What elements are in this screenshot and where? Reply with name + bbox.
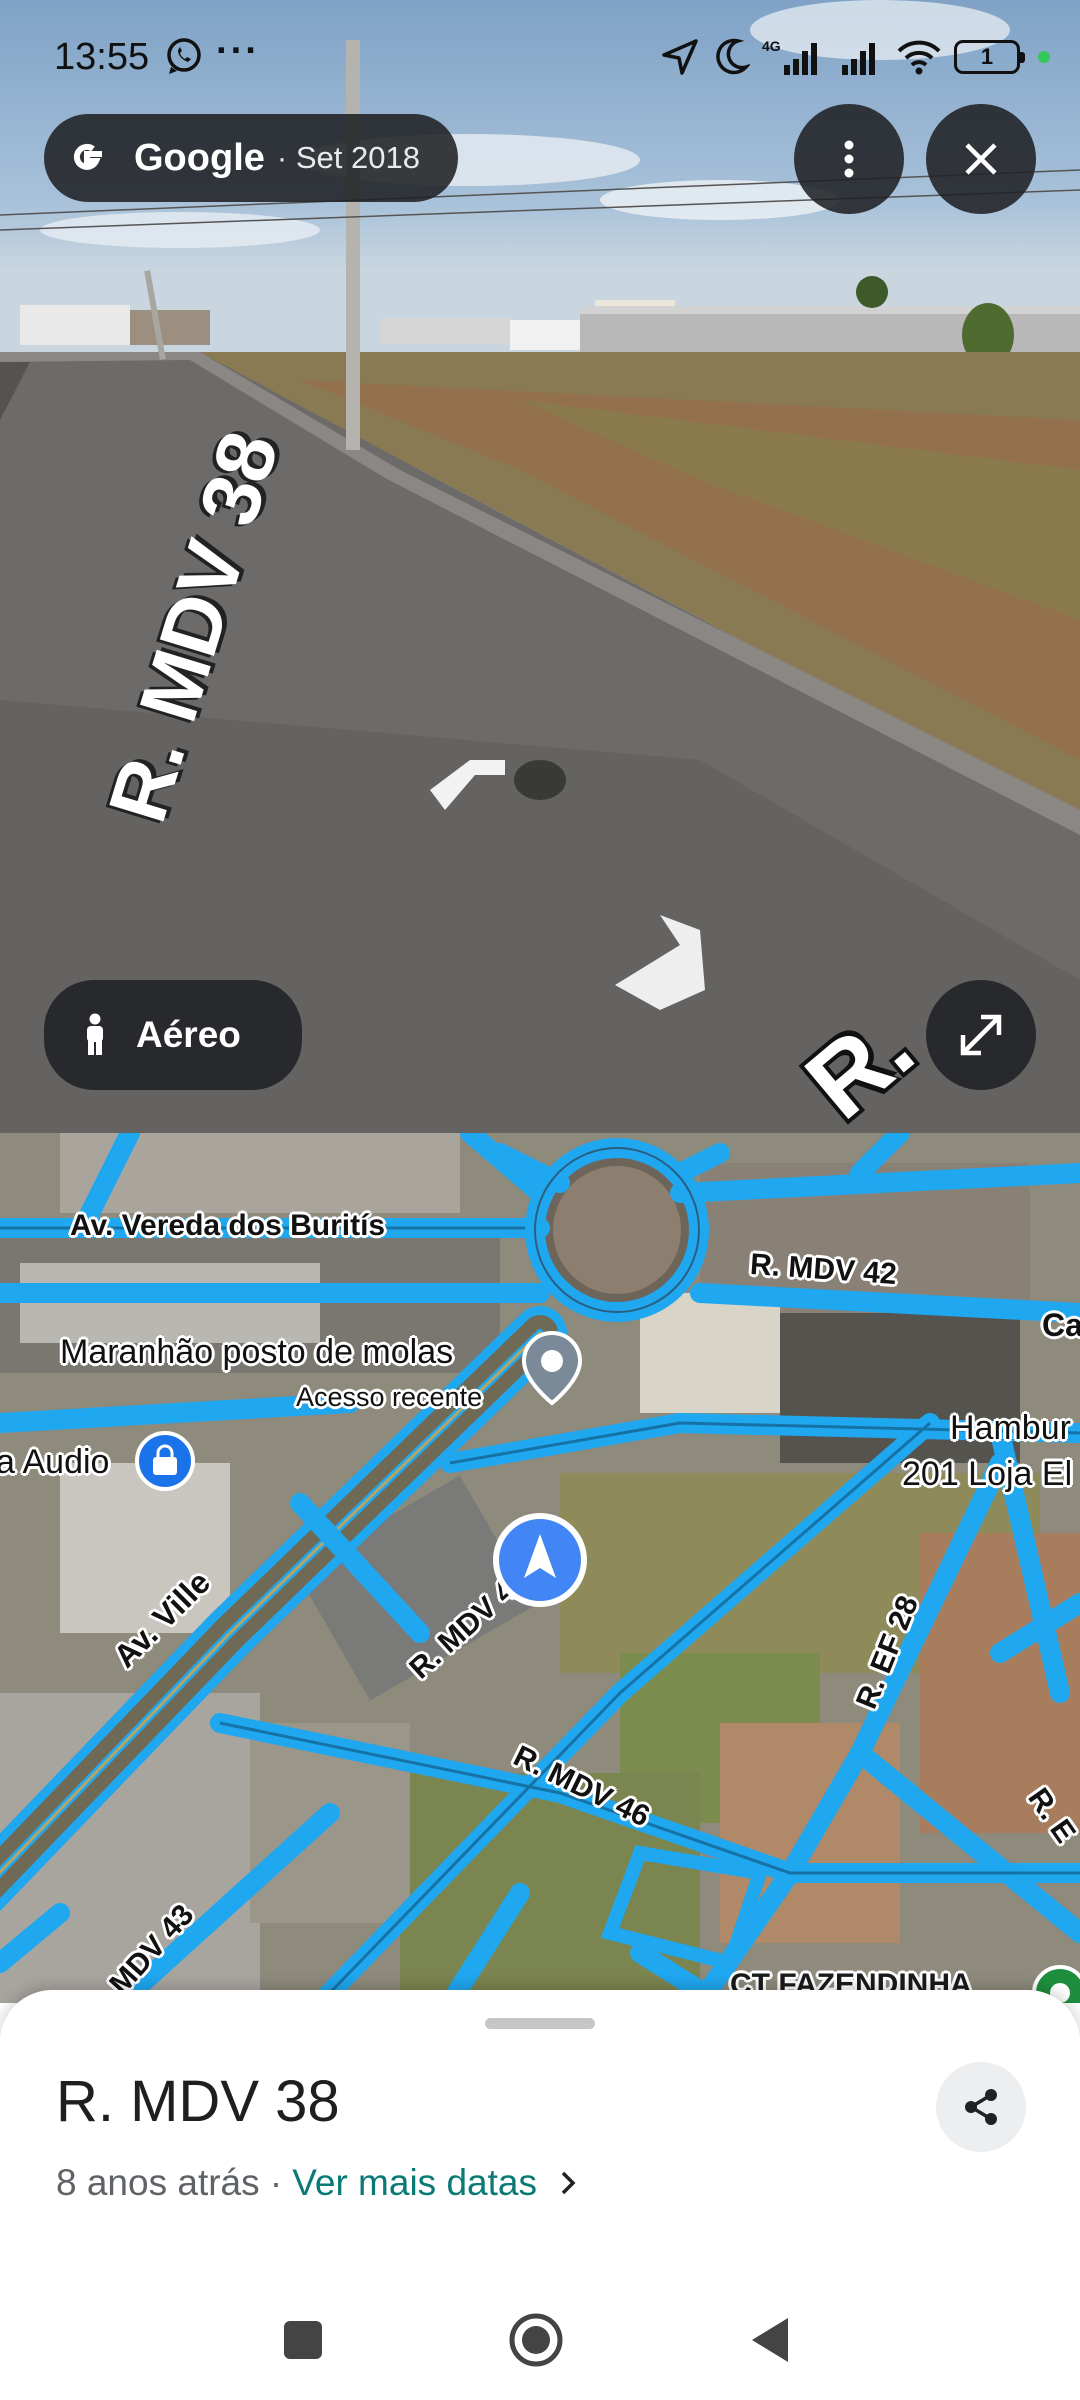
- current-position-arrow-icon[interactable]: [492, 1512, 588, 1608]
- share-button[interactable]: [936, 2062, 1026, 2152]
- do-not-disturb-moon-icon: [716, 38, 750, 75]
- recent-place-pin-icon[interactable]: [517, 1329, 587, 1407]
- place-label-hamburg[interactable]: Hambur: [950, 1409, 1071, 1448]
- network-type-label: 4G: [762, 38, 781, 54]
- status-more-dots: ···: [216, 30, 260, 72]
- place-label-maranhao[interactable]: Maranhão posto de molas: [60, 1333, 453, 1372]
- recents-button[interactable]: [281, 2318, 325, 2362]
- pegman-icon: [87, 1013, 103, 1055]
- place-label-hamburg-line2: 201 Loja El: [902, 1455, 1073, 1493]
- capture-age-row: 8 anos atrás · Ver mais datas: [56, 2162, 577, 2204]
- place-label-audio[interactable]: a Audio: [0, 1443, 109, 1482]
- home-button[interactable]: [507, 2311, 565, 2369]
- signal-icon: [842, 43, 875, 75]
- wifi-icon: [897, 40, 941, 75]
- close-button[interactable]: [926, 104, 1036, 214]
- status-bar: 13:55 ··· 4G 1: [0, 0, 1080, 118]
- street-view-panel[interactable]: R. MDV 38 R. 13:55 ··· 4G 1 Google · Set…: [0, 0, 1080, 1133]
- more-vert-icon: [844, 140, 854, 178]
- place-sublabel-recent: Acesso recente: [296, 1382, 483, 1412]
- road-label-av-vereda: Av. Vereda dos Buritís: [70, 1209, 386, 1242]
- google-g-icon: [73, 143, 102, 170]
- shopping-pin-icon[interactable]: [133, 1429, 197, 1493]
- street-title: R. MDV 38: [56, 2069, 340, 2134]
- google-date-pill[interactable]: Google · Set 2018: [44, 114, 458, 202]
- bottom-sheet[interactable]: R. MDV 38 8 anos atrás · Ver mais datas: [0, 1990, 1080, 2400]
- battery-level: 1: [980, 44, 994, 69]
- expand-icon: [960, 1014, 1002, 1056]
- share-icon: [965, 2089, 997, 2125]
- sheet-drag-handle[interactable]: [485, 2018, 595, 2029]
- aerial-view-label: Aéreo: [136, 1014, 241, 1055]
- whatsapp-icon: [167, 38, 201, 74]
- satellite-map[interactable]: Av. Vereda dos Buritís R. MDV 42 Ca Av. …: [0, 1133, 1080, 2003]
- status-time: 13:55: [54, 36, 150, 78]
- road-label-ca: Ca: [1042, 1307, 1080, 1343]
- capture-age: 8 anos atrás ·: [56, 2162, 283, 2203]
- privacy-indicator-dot: [1038, 51, 1050, 63]
- location-arrow-icon: [662, 39, 698, 75]
- chevron-right-icon[interactable]: [559, 2169, 577, 2197]
- more-dates-link[interactable]: Ver mais datas: [292, 2162, 537, 2204]
- aerial-view-button[interactable]: Aéreo: [44, 980, 302, 1090]
- system-navigation-bar: [0, 2290, 1080, 2400]
- back-button[interactable]: [748, 2316, 792, 2364]
- capture-date: · Set 2018: [276, 140, 420, 175]
- close-icon: [965, 143, 997, 175]
- more-options-button[interactable]: [794, 104, 904, 214]
- expand-fullscreen-button[interactable]: [926, 980, 1036, 1090]
- signal-4g-icon: 4G: [762, 38, 817, 75]
- google-brand-label: Google: [134, 136, 265, 179]
- battery-icon: 1: [954, 40, 1025, 74]
